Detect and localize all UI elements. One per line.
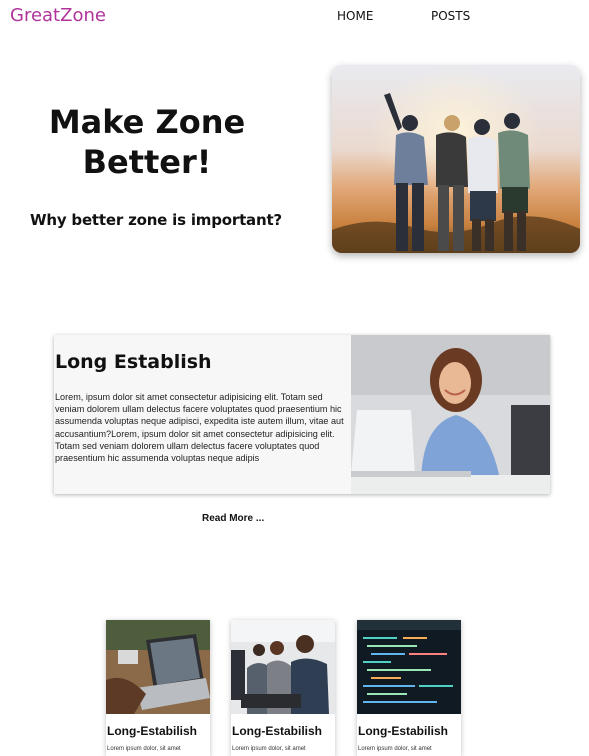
nav-posts-link[interactable]: POSTS xyxy=(431,9,470,23)
hero-title: Make Zone Better! xyxy=(48,103,246,181)
card-text: Lorem ipsum dolor, sit amet xyxy=(232,746,306,752)
feature-body-text: Lorem, ipsum dolor sit amet consectetur … xyxy=(55,392,344,464)
card-title: Long-Estabilish xyxy=(107,724,197,738)
post-card-3[interactable]: Long-Estabilish Lorem ipsum dolor, sit a… xyxy=(357,620,461,756)
nav-home-link[interactable]: HOME xyxy=(337,9,373,23)
card-image-code-monitor xyxy=(357,620,461,714)
card-title: Long-Estabilish xyxy=(232,724,322,738)
card-title: Long-Estabilish xyxy=(358,724,448,738)
site-logo[interactable]: GreatZone xyxy=(10,5,106,26)
post-card-1[interactable]: Long-Estabilish Lorem ipsum dolor, sit a… xyxy=(106,620,210,756)
card-image-laptop-hands xyxy=(106,620,210,714)
hero-image-friends-sunset xyxy=(332,65,580,253)
hero-subtitle: Why better zone is important? xyxy=(30,211,282,229)
card-text: Lorem ipsum dolor, sit amet xyxy=(358,746,432,752)
card-image-office-team xyxy=(231,620,335,714)
card-text: Lorem ipsum dolor, sit amet xyxy=(107,746,181,752)
post-card-2[interactable]: Long-Estabilish Lorem ipsum dolor, sit a… xyxy=(231,620,335,756)
feature-title: Long Establish xyxy=(55,351,212,373)
feature-image-woman-laptop xyxy=(351,335,550,494)
read-more-link[interactable]: Read More ... xyxy=(202,513,264,524)
feature-card: Long Establish Lorem, ipsum dolor sit am… xyxy=(54,335,550,494)
